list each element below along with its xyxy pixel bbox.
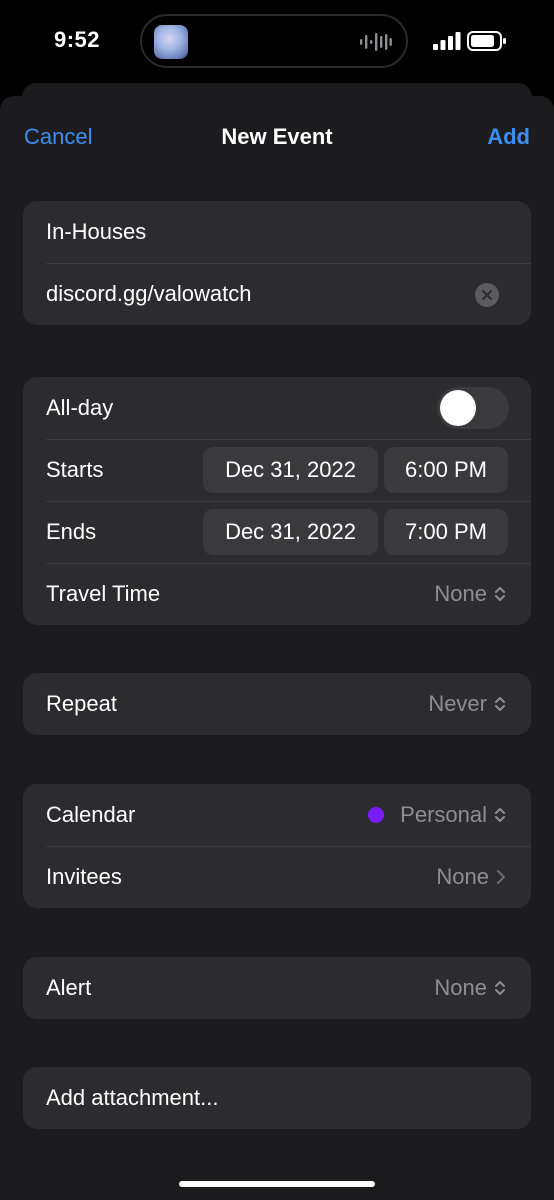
add-attachment-row[interactable]: Add attachment... <box>23 1067 531 1129</box>
alert-label: Alert <box>46 975 92 1000</box>
date-time-group: All-day Starts Dec 31, 2022 6:00 PM Ends… <box>23 377 531 625</box>
add-button[interactable]: Add <box>487 124 530 150</box>
home-indicator[interactable] <box>179 1181 375 1187</box>
alert-row[interactable]: Alert None <box>23 957 531 1019</box>
chevron-right-icon <box>497 870 505 884</box>
allday-toggle[interactable] <box>437 387 509 429</box>
allday-label: All-day <box>46 395 114 420</box>
starts-label: Starts <box>46 457 104 482</box>
now-playing-app-icon[interactable] <box>154 25 188 59</box>
calendar-label: Calendar <box>46 802 136 827</box>
page-title: New Event <box>221 124 333 149</box>
invitees-value-wrap: None <box>436 864 507 890</box>
title-field[interactable]: In-Houses <box>23 201 531 263</box>
invitees-label: Invitees <box>46 864 122 889</box>
allday-row: All-day <box>23 377 531 439</box>
invitees-row[interactable]: Invitees None <box>23 846 531 908</box>
close-icon <box>482 290 492 300</box>
add-attachment-button[interactable]: Add attachment... <box>46 1085 218 1111</box>
status-bar: 9:52 <box>0 0 554 86</box>
travel-time-value-wrap: None <box>434 581 507 607</box>
battery-icon <box>467 31 506 51</box>
invitees-value: None <box>436 864 489 889</box>
calendar-value-wrap: Personal <box>368 802 507 828</box>
location-input[interactable]: discord.gg/valowatch <box>46 281 251 307</box>
starts-row: Starts Dec 31, 2022 6:00 PM <box>23 439 531 501</box>
alert-group: Alert None <box>23 957 531 1019</box>
ends-label: Ends <box>46 519 97 544</box>
alert-value-wrap: None <box>434 975 507 1001</box>
chevron-up-down-icon <box>495 587 505 601</box>
ends-row: Ends Dec 31, 2022 7:00 PM <box>23 501 531 563</box>
clear-location-button[interactable] <box>475 283 499 307</box>
title-location-group: In-Houses discord.gg/valowatch <box>23 201 531 325</box>
cellular-signal-icon <box>433 32 461 50</box>
repeat-value-wrap: Never <box>428 691 507 717</box>
calendar-row[interactable]: Calendar Personal <box>23 784 531 846</box>
repeat-label: Repeat <box>46 691 117 716</box>
calendar-group: Calendar Personal Invitees None <box>23 784 531 908</box>
repeat-group: Repeat Never <box>23 673 531 735</box>
travel-time-value: None <box>434 581 487 606</box>
location-field[interactable]: discord.gg/valowatch <box>23 263 531 325</box>
travel-time-label: Travel Time <box>46 581 161 606</box>
ends-time-button[interactable]: 7:00 PM <box>384 509 508 555</box>
starts-date-button[interactable]: Dec 31, 2022 <box>203 447 378 493</box>
title-input[interactable]: In-Houses <box>46 219 146 245</box>
starts-time-button[interactable]: 6:00 PM <box>384 447 508 493</box>
ends-date-button[interactable]: Dec 31, 2022 <box>203 509 378 555</box>
repeat-value: Never <box>428 691 487 716</box>
attachment-group: Add attachment... <box>23 1067 531 1129</box>
chevron-up-down-icon <box>495 808 505 822</box>
travel-time-row[interactable]: Travel Time None <box>23 563 531 625</box>
repeat-row[interactable]: Repeat Never <box>23 673 531 735</box>
dynamic-island[interactable] <box>140 14 408 68</box>
audio-waveform-icon <box>360 33 392 51</box>
status-time: 9:52 <box>54 27 101 52</box>
calendar-color-dot <box>368 807 385 823</box>
alert-value: None <box>434 975 487 1000</box>
chevron-up-down-icon <box>495 697 505 711</box>
toggle-knob <box>440 390 476 426</box>
calendar-value: Personal <box>400 802 487 827</box>
chevron-up-down-icon <box>495 981 505 995</box>
